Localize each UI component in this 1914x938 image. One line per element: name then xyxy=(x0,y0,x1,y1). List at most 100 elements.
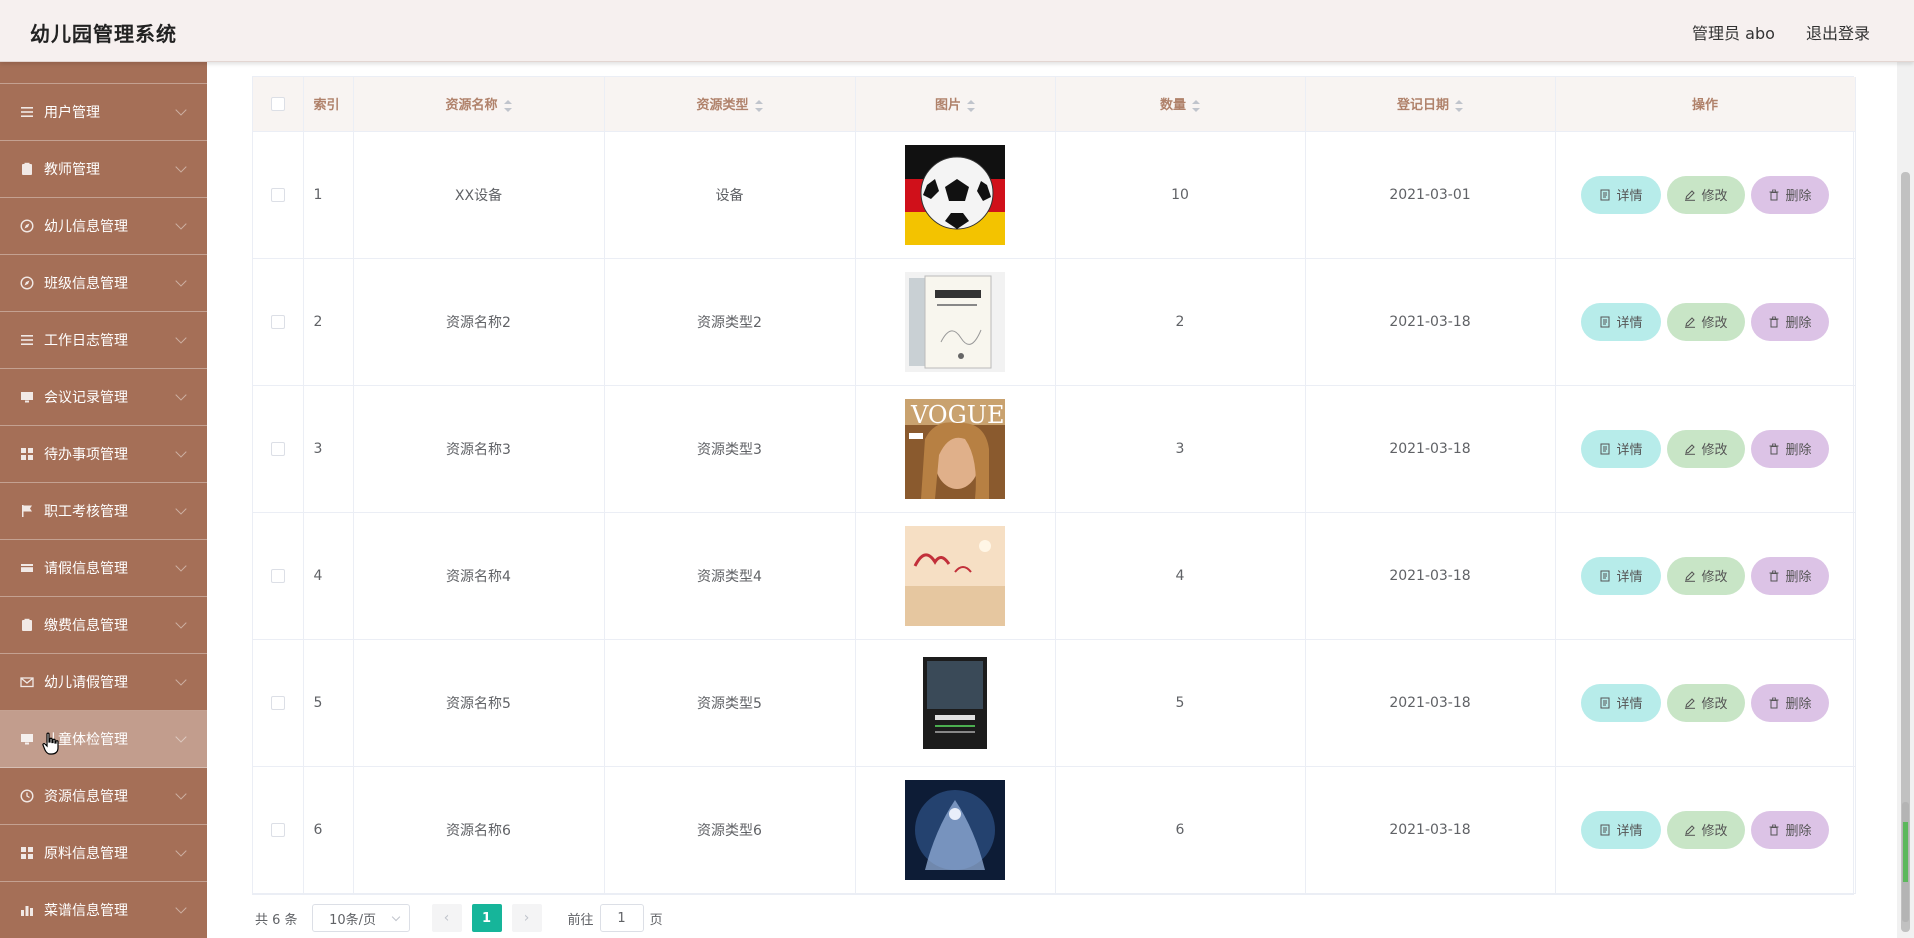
delete-button[interactable]: 删除 xyxy=(1751,429,1829,468)
cell-quantity: 4 xyxy=(1055,512,1306,640)
sidebar-item[interactable]: 幼儿请假管理 xyxy=(0,654,207,711)
cell-date: 2021-03-18 xyxy=(1305,639,1556,767)
edit-button[interactable]: 修改 xyxy=(1667,556,1745,595)
wheat-field-image xyxy=(905,525,1005,626)
page-scrollbar[interactable] xyxy=(1897,62,1914,938)
cell-index: 3 xyxy=(303,385,354,513)
document-icon xyxy=(1600,570,1610,581)
sort-icon[interactable] xyxy=(754,99,763,112)
detail-button[interactable]: 详情 xyxy=(1581,175,1661,214)
delete-button[interactable]: 删除 xyxy=(1751,556,1829,595)
detail-button[interactable]: 详情 xyxy=(1581,810,1661,849)
detail-button[interactable]: 详情 xyxy=(1581,429,1661,468)
logout-button[interactable]: 退出登录 xyxy=(1806,24,1870,43)
chevron-down-icon xyxy=(175,560,187,572)
trash-icon xyxy=(1769,824,1779,835)
cell-type: 资源类型4 xyxy=(604,512,856,640)
detail-button[interactable]: 详情 xyxy=(1581,683,1661,722)
delete-label: 删除 xyxy=(1785,697,1812,712)
row-checkbox[interactable] xyxy=(270,187,285,202)
sidebar-item[interactable]: 菜谱信息管理 xyxy=(0,882,207,938)
edit-button[interactable]: 修改 xyxy=(1667,175,1745,214)
table-row: 4 资源名称4 资源类型4 4 2021-03-18 详情 修改 删除 xyxy=(253,512,1856,640)
cell-type: 设备 xyxy=(604,131,856,259)
edit-button[interactable]: 修改 xyxy=(1667,683,1745,722)
sidebar-item[interactable]: 资源信息管理 xyxy=(0,768,207,825)
page-size-select[interactable]: 10条/页 xyxy=(311,904,410,932)
table-row: 6 资源名称6 资源类型6 6 2021-03-18 详情 修改 删除 xyxy=(253,766,1856,894)
sidebar-item[interactable]: 幼儿信息管理 xyxy=(0,198,207,255)
row-checkbox[interactable] xyxy=(270,314,285,329)
cell-image xyxy=(855,766,1056,894)
edit-button[interactable]: 修改 xyxy=(1667,810,1745,849)
sidebar-item[interactable]: 缴费信息管理 xyxy=(0,597,207,654)
cell-index: 5 xyxy=(303,639,354,767)
row-checkbox[interactable] xyxy=(270,441,285,456)
row-checkbox[interactable] xyxy=(270,822,285,837)
trash-icon xyxy=(1769,316,1779,327)
detail-button[interactable]: 详情 xyxy=(1581,302,1661,341)
prev-page-button[interactable]: ‹ xyxy=(431,904,462,932)
select-all-checkbox[interactable] xyxy=(270,96,285,111)
sidebar-item-label: 会议记录管理 xyxy=(44,390,128,406)
sort-icon[interactable] xyxy=(967,99,975,112)
sidebar-item-label: 班级信息管理 xyxy=(44,276,128,292)
main-content: 索引 资源名称 资源类型 图片 数量 登记日期 操作 1 XX设备 设备 10 2021… xyxy=(207,62,1897,938)
goto-page-input[interactable] xyxy=(599,904,644,932)
document-icon xyxy=(1600,697,1610,708)
sidebar-item[interactable]: 用户管理 xyxy=(0,84,207,141)
cell-index: 2 xyxy=(303,258,354,386)
sidebar-item[interactable]: 工作日志管理 xyxy=(0,312,207,369)
sidebar-item[interactable]: 班级信息管理 xyxy=(0,255,207,312)
sidebar-item[interactable]: 待办事项管理 xyxy=(0,426,207,483)
sidebar-item[interactable]: 教师管理 xyxy=(0,141,207,198)
monitor-icon xyxy=(20,732,34,746)
delete-button[interactable]: 删除 xyxy=(1751,175,1829,214)
sort-icon[interactable] xyxy=(1455,99,1463,112)
cell-actions: 详情 修改 删除 xyxy=(1555,512,1856,640)
delete-button[interactable]: 删除 xyxy=(1751,302,1829,341)
sidebar-item[interactable]: 儿童体检管理 xyxy=(0,711,207,768)
detail-label: 详情 xyxy=(1616,189,1643,204)
cell-date: 2021-03-18 xyxy=(1305,258,1556,386)
detail-label: 详情 xyxy=(1616,443,1643,458)
detail-button[interactable]: 详情 xyxy=(1581,556,1661,595)
header-name[interactable]: 资源名称 xyxy=(353,77,605,132)
edit-button[interactable]: 修改 xyxy=(1667,302,1745,341)
header-date[interactable]: 登记日期 xyxy=(1305,77,1556,132)
sidebar-item-label: 工作日志管理 xyxy=(44,333,128,349)
delete-button[interactable]: 删除 xyxy=(1751,683,1829,722)
sidebar-item[interactable]: 职工考核管理 xyxy=(0,483,207,540)
header-image[interactable]: 图片 xyxy=(855,77,1056,132)
cell-date: 2021-03-01 xyxy=(1305,131,1556,259)
chevron-down-icon xyxy=(175,617,187,629)
list-icon xyxy=(20,333,34,347)
cell-index: 1 xyxy=(303,131,354,259)
chevron-down-icon xyxy=(175,902,187,914)
sidebar-item[interactable]: 会议记录管理 xyxy=(0,369,207,426)
header-type[interactable]: 资源类型 xyxy=(604,77,856,132)
sort-icon[interactable] xyxy=(1192,99,1200,112)
chart-icon xyxy=(20,903,34,917)
header-image-label: 图片 xyxy=(934,98,961,114)
header-quantity[interactable]: 数量 xyxy=(1055,77,1306,132)
delete-button[interactable]: 删除 xyxy=(1751,810,1829,849)
cell-index: 6 xyxy=(303,766,354,894)
flag-icon xyxy=(20,504,34,518)
cell-image xyxy=(855,258,1056,386)
sidebar-item[interactable]: 请假信息管理 xyxy=(0,540,207,597)
chevron-down-icon xyxy=(175,161,187,173)
chevron-down-icon xyxy=(175,389,187,401)
book-cover-image xyxy=(905,271,1005,372)
sort-icon[interactable] xyxy=(503,99,512,112)
cell-date: 2021-03-18 xyxy=(1305,766,1556,894)
next-page-button[interactable]: › xyxy=(511,904,542,932)
training-book-image xyxy=(905,652,1005,753)
row-checkbox[interactable] xyxy=(270,568,285,583)
row-checkbox[interactable] xyxy=(270,695,285,710)
page-number-active[interactable]: 1 xyxy=(471,904,502,932)
edit-button[interactable]: 修改 xyxy=(1667,429,1745,468)
sidebar-item[interactable]: 原料信息管理 xyxy=(0,825,207,882)
grid-icon xyxy=(20,846,34,860)
document-icon xyxy=(1600,189,1610,200)
